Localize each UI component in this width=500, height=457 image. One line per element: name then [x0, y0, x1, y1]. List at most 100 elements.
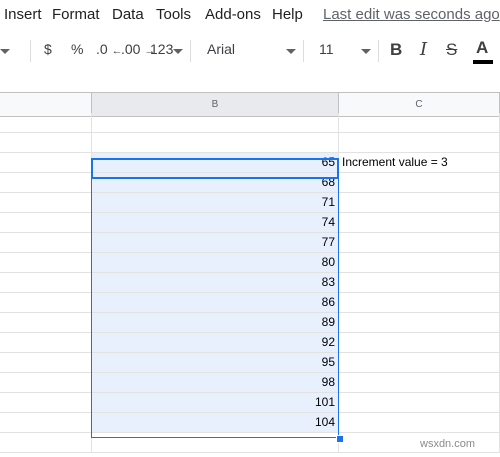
text-color-button[interactable]: A: [476, 38, 488, 58]
chevron-down-icon[interactable]: [361, 49, 371, 54]
decrease-decimal-label: .0: [96, 41, 108, 57]
cell-a[interactable]: [0, 133, 92, 152]
menu-tools[interactable]: Tools: [156, 6, 191, 23]
cell-c[interactable]: Increment value = 3: [339, 153, 500, 172]
cell-c[interactable]: [339, 373, 500, 392]
table-row: 86: [0, 293, 500, 313]
cell-c[interactable]: [339, 253, 500, 272]
cell-c[interactable]: [339, 133, 500, 152]
cell-c[interactable]: [339, 173, 500, 192]
chevron-down-icon[interactable]: [0, 49, 10, 54]
cell-b[interactable]: 83: [92, 273, 339, 292]
toolbar-divider: [378, 40, 379, 62]
cell-a[interactable]: [0, 413, 92, 432]
table-row: [0, 113, 500, 133]
cell-c[interactable]: [339, 393, 500, 412]
table-row: [0, 133, 500, 153]
cell-a[interactable]: [0, 433, 92, 452]
table-row: 74: [0, 213, 500, 233]
cell-b[interactable]: 89: [92, 313, 339, 332]
cell-b[interactable]: [92, 433, 339, 452]
table-row: 65 Increment value = 3: [0, 153, 500, 173]
cell-c[interactable]: [339, 293, 500, 312]
cell-c[interactable]: [339, 193, 500, 212]
cell-a[interactable]: [0, 373, 92, 392]
table-row: 83: [0, 273, 500, 293]
toolbar-divider: [190, 40, 191, 62]
table-row: 71: [0, 193, 500, 213]
decrease-decimal-button[interactable]: .0 ←: [96, 41, 123, 57]
menu-help[interactable]: Help: [272, 6, 303, 23]
cell-a[interactable]: [0, 113, 92, 132]
cell-b[interactable]: 71: [92, 193, 339, 212]
currency-format-button[interactable]: $: [44, 41, 52, 57]
increase-decimal-label: .00: [121, 41, 141, 57]
menu-format[interactable]: Format: [52, 6, 100, 23]
cell-b[interactable]: 77: [92, 233, 339, 252]
cell-b[interactable]: 65: [92, 153, 339, 172]
cell-c[interactable]: [339, 413, 500, 432]
last-edit-link[interactable]: Last edit was seconds ago: [323, 6, 500, 23]
font-size-select[interactable]: 11: [319, 41, 334, 57]
cell-a[interactable]: [0, 233, 92, 252]
text-color-swatch: [473, 60, 493, 64]
table-row: 89: [0, 313, 500, 333]
cell-b[interactable]: 68: [92, 173, 339, 192]
cell-a[interactable]: [0, 153, 92, 172]
fill-handle[interactable]: [336, 435, 344, 443]
cell-b[interactable]: 92: [92, 333, 339, 352]
table-row: 95: [0, 353, 500, 373]
cell-b[interactable]: 101: [92, 393, 339, 412]
cell-a[interactable]: [0, 193, 92, 212]
cell-b[interactable]: 80: [92, 253, 339, 272]
cell-c[interactable]: [339, 353, 500, 372]
table-row: 104: [0, 413, 500, 433]
cell-c[interactable]: [339, 333, 500, 352]
percent-format-button[interactable]: %: [71, 41, 83, 57]
menu-data[interactable]: Data: [112, 6, 144, 23]
table-row: 101: [0, 393, 500, 413]
more-formats-button[interactable]: 123: [150, 41, 173, 57]
cell-c[interactable]: [339, 233, 500, 252]
sheet-grid[interactable]: B C 65 Increment value = 3 68 71 74 77 80 83 86 8…: [0, 92, 500, 457]
cell-a[interactable]: [0, 313, 92, 332]
cell-c[interactable]: [339, 113, 500, 132]
cell-b[interactable]: 74: [92, 213, 339, 232]
table-row: 77: [0, 233, 500, 253]
table-row: 92: [0, 333, 500, 353]
menu-insert[interactable]: Insert: [4, 6, 42, 23]
cell-b[interactable]: 104: [92, 413, 339, 432]
cell-a[interactable]: [0, 213, 92, 232]
cell-a[interactable]: [0, 393, 92, 412]
more-formats-label: 123: [150, 41, 174, 57]
cell-c[interactable]: [339, 273, 500, 292]
chevron-down-icon[interactable]: [286, 49, 296, 54]
strikethrough-button[interactable]: S: [446, 40, 457, 60]
cell-b[interactable]: [92, 133, 339, 152]
watermark: wsxdn.com: [420, 438, 476, 450]
cell-b[interactable]: 86: [92, 293, 339, 312]
italic-button[interactable]: I: [420, 39, 427, 60]
menu-bar: Insert Format Data Tools Add-ons Help La…: [0, 0, 500, 32]
cell-c[interactable]: [339, 213, 500, 232]
toolbar-divider: [30, 40, 31, 62]
table-row: 80: [0, 253, 500, 273]
toolbar-divider: [303, 40, 304, 62]
cell-a[interactable]: [0, 333, 92, 352]
chevron-down-icon[interactable]: [173, 49, 183, 54]
menu-add-ons[interactable]: Add-ons: [205, 6, 261, 23]
cell-a[interactable]: [0, 293, 92, 312]
cell-a[interactable]: [0, 253, 92, 272]
bold-button[interactable]: B: [390, 40, 402, 60]
table-row: 68: [0, 173, 500, 193]
cell-b[interactable]: 95: [92, 353, 339, 372]
cell-b[interactable]: 98: [92, 373, 339, 392]
cell-a[interactable]: [0, 273, 92, 292]
cell-a[interactable]: [0, 173, 92, 192]
font-family-select[interactable]: Arial: [207, 41, 235, 57]
table-row: 98: [0, 373, 500, 393]
cell-c[interactable]: [339, 313, 500, 332]
cell-b[interactable]: [92, 113, 339, 132]
cell-a[interactable]: [0, 353, 92, 372]
toolbar: $ % .0 ← .00 → 123 Arial 11 B I S A: [0, 32, 500, 70]
